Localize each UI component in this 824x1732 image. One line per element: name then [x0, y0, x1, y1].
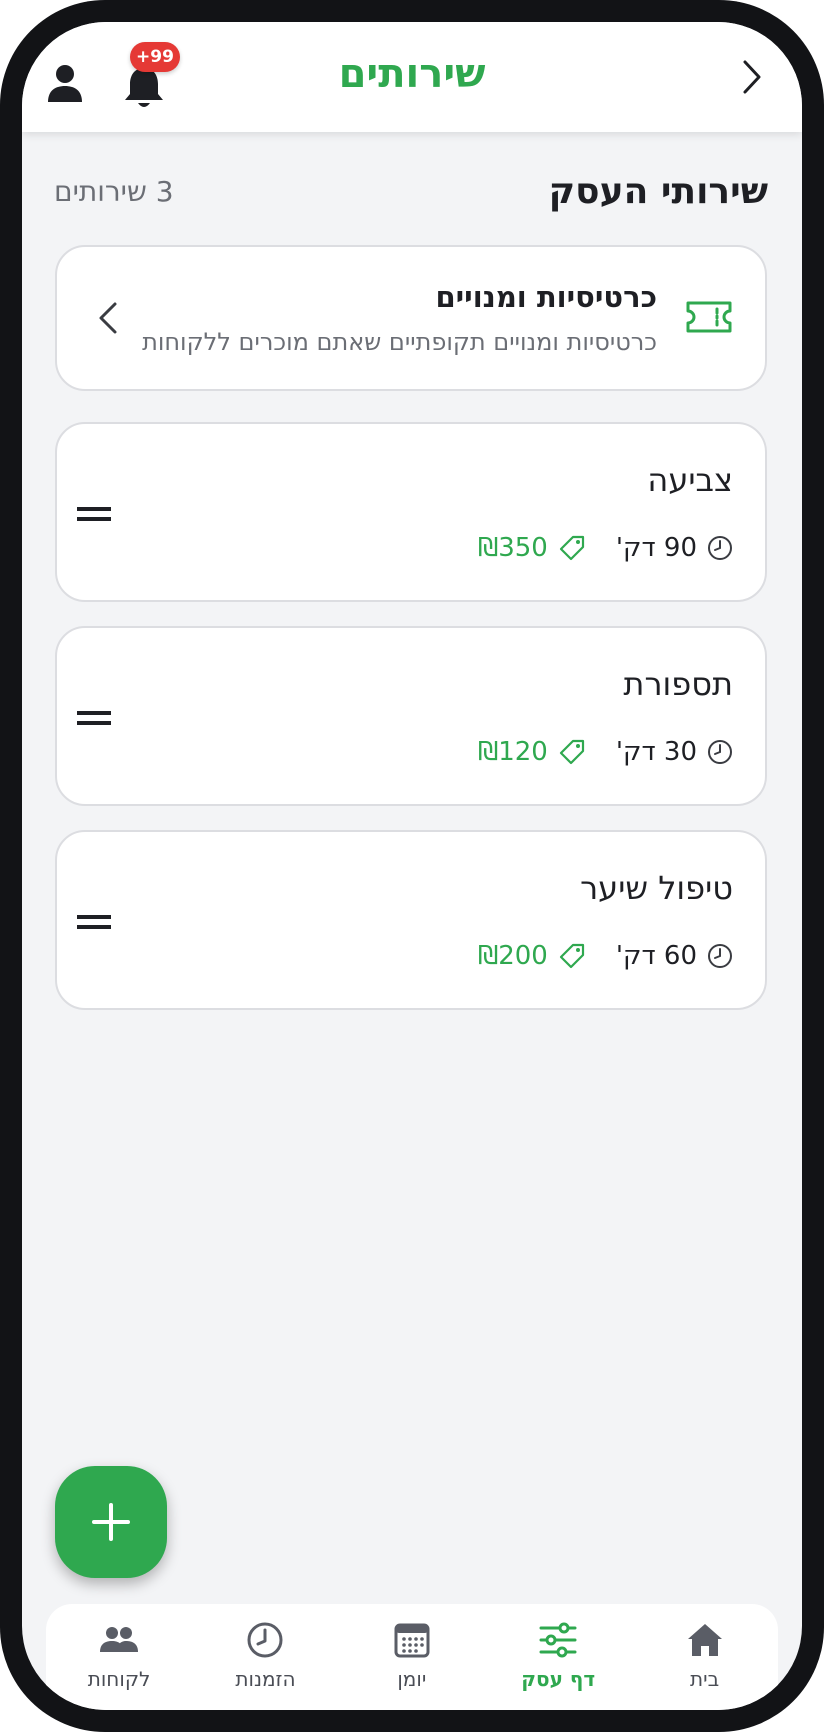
- nav-item-business-page[interactable]: דף עסק: [485, 1604, 631, 1710]
- notification-badge: +99: [130, 42, 180, 72]
- service-name: תספורת: [623, 665, 733, 703]
- nav-item-calendar[interactable]: יומן: [339, 1604, 485, 1710]
- packages-card[interactable]: כרטיסיות ומנויים כרטיסיות ומנויים תקופתי…: [55, 245, 767, 391]
- price-tag-icon: [559, 943, 584, 969]
- home-icon: [687, 1624, 722, 1656]
- clock-icon: [708, 536, 732, 560]
- service-meta: 30 דק' ₪120: [478, 734, 733, 770]
- sliders-icon: [539, 1622, 577, 1658]
- drag-handle-icon[interactable]: [77, 710, 111, 726]
- ticket-icon: [686, 301, 732, 333]
- clock-icon: [708, 740, 732, 764]
- section-title: שירותי העסק: [548, 171, 768, 212]
- plus-icon: [92, 1503, 130, 1541]
- service-card[interactable]: טיפול שיער 60 דק' ₪200: [55, 830, 767, 1010]
- app-screen: שירותים +99 שירותי העסק 3 שירותים כרטיסי…: [22, 22, 802, 1710]
- services-count: 3 שירותים: [54, 175, 174, 208]
- service-price: ₪200: [477, 941, 548, 971]
- service-price: ₪350: [477, 533, 548, 563]
- nav-label: דף עסק: [521, 1667, 596, 1691]
- chevron-right-icon: [743, 60, 761, 94]
- user-icon: [48, 65, 82, 102]
- service-duration: 90 דק': [615, 533, 697, 563]
- device-frame: שירותים +99 שירותי העסק 3 שירותים כרטיסי…: [0, 0, 824, 1732]
- price-tag-icon: [559, 739, 584, 765]
- service-name: צביעה: [647, 461, 733, 499]
- clock-icon: [708, 944, 732, 968]
- service-duration: 60 דק': [615, 941, 697, 971]
- drag-handle-icon[interactable]: [77, 914, 111, 930]
- back-button[interactable]: [732, 57, 772, 97]
- calendar-icon: [394, 1623, 430, 1658]
- nav-label: בית: [690, 1667, 720, 1691]
- clock-icon: [247, 1622, 283, 1658]
- packages-subtitle: כרטיסיות ומנויים תקופתיים שאתם מוכרים לל…: [142, 328, 657, 356]
- service-card[interactable]: צביעה 90 דק' ₪350: [55, 422, 767, 602]
- service-price: ₪120: [477, 737, 548, 767]
- service-name: טיפול שיער: [580, 869, 733, 907]
- nav-label: הזמנות: [235, 1667, 296, 1691]
- drag-handle-icon[interactable]: [77, 506, 111, 522]
- nav-item-orders[interactable]: הזמנות: [192, 1604, 338, 1710]
- profile-button[interactable]: [44, 62, 86, 106]
- bottom-navigation: בית דף עסק יומן הזמנות לקוחות: [46, 1604, 778, 1710]
- service-meta: 90 דק' ₪350: [478, 530, 733, 566]
- nav-label: לקוחות: [87, 1667, 151, 1691]
- nav-label: יומן: [397, 1667, 427, 1691]
- top-app-bar: שירותים +99: [22, 22, 802, 132]
- nav-item-customers[interactable]: לקוחות: [46, 1604, 192, 1710]
- service-duration: 30 דק': [615, 737, 697, 767]
- page-title: שירותים: [338, 51, 486, 97]
- add-service-button[interactable]: [55, 1466, 167, 1578]
- nav-item-home[interactable]: בית: [632, 1604, 778, 1710]
- packages-title: כרטיסיות ומנויים: [435, 280, 657, 314]
- price-tag-icon: [559, 535, 584, 561]
- customers-icon: [100, 1627, 139, 1652]
- service-meta: 60 דק' ₪200: [478, 938, 733, 974]
- service-card[interactable]: תספורת 30 דק' ₪120: [55, 626, 767, 806]
- chevron-left-icon: [99, 302, 117, 334]
